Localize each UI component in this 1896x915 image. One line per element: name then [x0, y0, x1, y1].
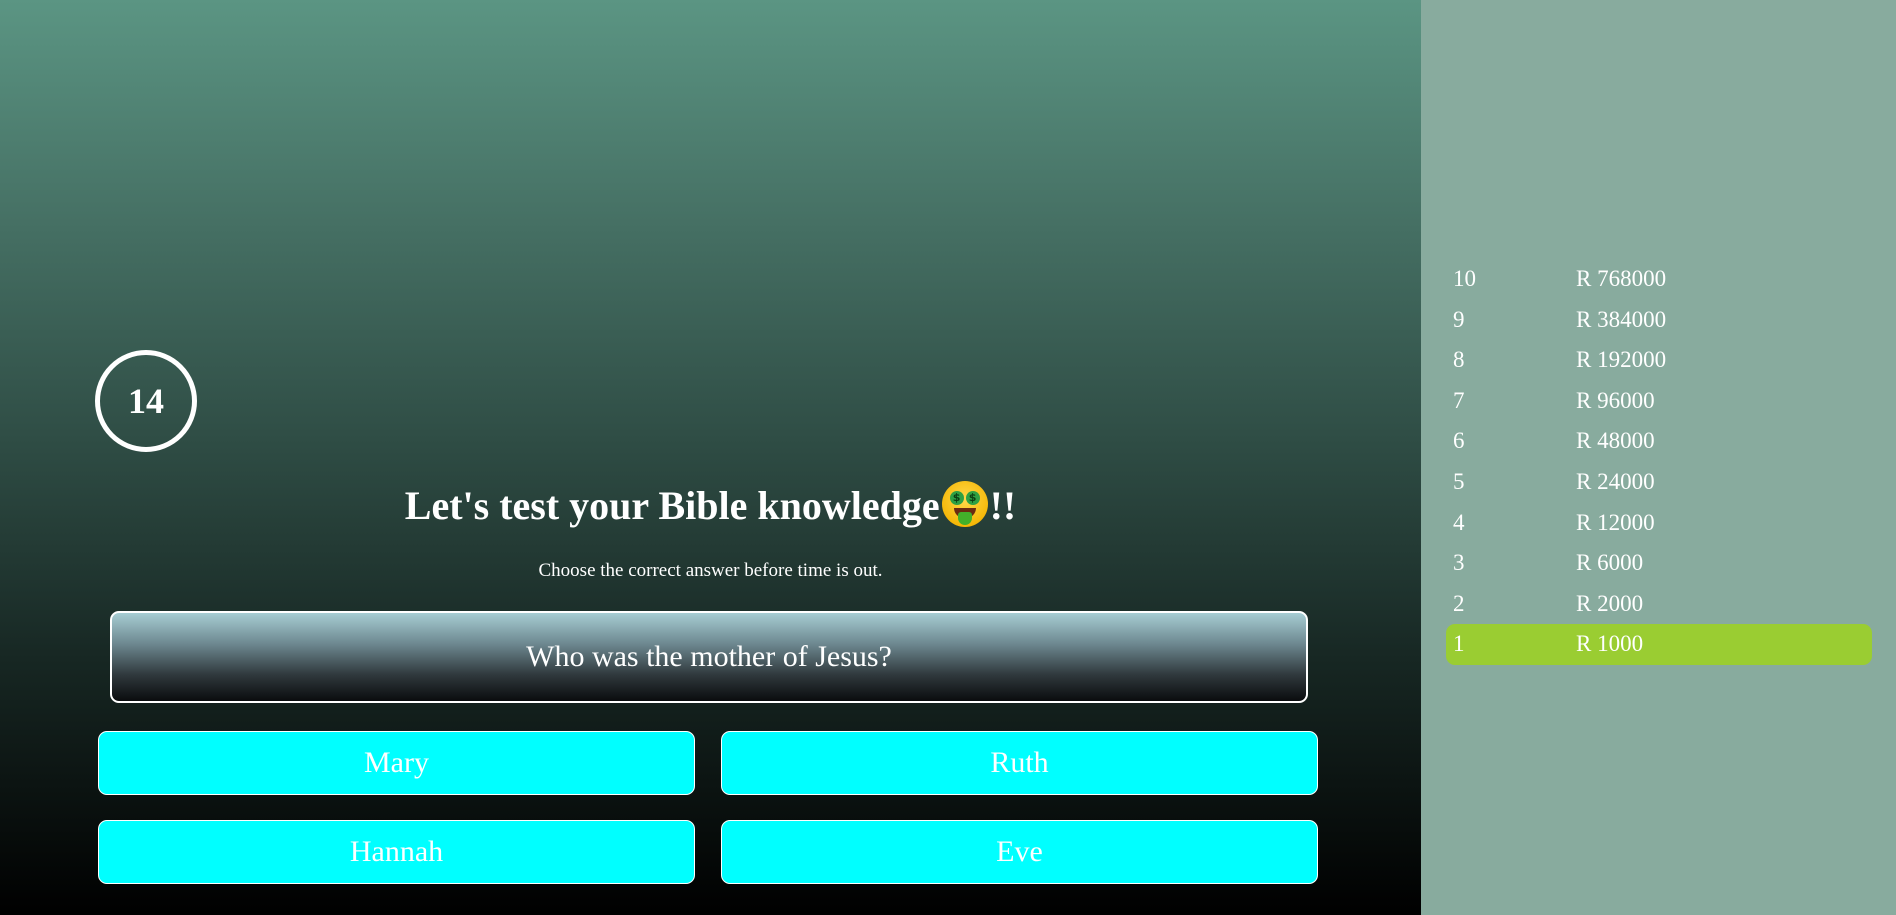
ladder-row-1: 1 R 1000	[1446, 624, 1872, 665]
ladder-amount: R 2000	[1576, 590, 1644, 616]
page-title: Let's test your Bible knowledge $ $!!	[0, 478, 1421, 534]
countdown-timer: 14	[95, 350, 197, 452]
ladder-level: 2	[1453, 590, 1465, 616]
ladder-amount: R 192000	[1576, 347, 1667, 373]
ladder-row-6: 6 R 48000	[1446, 421, 1872, 462]
answer-button-d[interactable]: Eve	[721, 820, 1318, 884]
ladder-row-2: 2 R 2000	[1446, 584, 1872, 625]
ladder-amount: R 6000	[1576, 550, 1644, 576]
ladder-level: 8	[1453, 347, 1465, 373]
ladder-row-7: 7 R 96000	[1446, 381, 1872, 422]
money-ladder-panel: 10 R 768000 9 R 384000 8 R 192000 7 R 96…	[1421, 0, 1896, 915]
ladder-amount: R 1000	[1576, 631, 1644, 657]
title-suffix: !!	[989, 483, 1017, 528]
answer-label: Mary	[364, 746, 429, 779]
answer-button-c[interactable]: Hannah	[98, 820, 695, 884]
ladder-level: 4	[1453, 509, 1465, 535]
ladder-row-10: 10 R 768000	[1446, 259, 1872, 300]
ladder-row-3: 3 R 6000	[1446, 543, 1872, 584]
ladder-amount: R 24000	[1576, 468, 1655, 494]
money-mouth-face-icon: $ $	[941, 481, 988, 527]
ladder-row-4: 4 R 12000	[1446, 503, 1872, 544]
timer-value: 14	[128, 381, 164, 421]
ladder-level: 7	[1453, 387, 1465, 413]
ladder-row-8: 8 R 192000	[1446, 340, 1872, 381]
ladder-level: 3	[1453, 550, 1465, 576]
answer-label: Eve	[996, 835, 1043, 868]
question-text: Who was the mother of Jesus?	[526, 640, 892, 673]
ladder-level: 5	[1453, 468, 1465, 494]
answer-button-b[interactable]: Ruth	[721, 731, 1318, 795]
ladder-amount: R 12000	[1576, 509, 1655, 535]
instructions-text: Choose the correct answer before time is…	[538, 560, 883, 581]
game-area: 14 Let's test your Bible knowledge $ $!! C…	[0, 0, 1421, 915]
ladder-level: 1	[1453, 631, 1465, 657]
ladder-row-9: 9 R 384000	[1446, 300, 1872, 341]
money-ladder: 10 R 768000 9 R 384000 8 R 192000 7 R 96…	[1446, 259, 1872, 665]
ladder-level: 10	[1453, 266, 1476, 291]
answer-label: Ruth	[990, 746, 1049, 779]
title-text: Let's test your Bible knowledge	[404, 483, 940, 528]
ladder-amount: R 96000	[1576, 387, 1655, 413]
ladder-level: 9	[1453, 306, 1465, 332]
ladder-amount: R 48000	[1576, 428, 1655, 454]
answer-button-a[interactable]: Mary	[98, 731, 695, 795]
question-box: Who was the mother of Jesus?	[110, 611, 1308, 703]
ladder-row-5: 5 R 24000	[1446, 462, 1872, 503]
answer-label: Hannah	[349, 835, 444, 868]
ladder-amount: R 768000	[1576, 266, 1667, 291]
ladder-level: 6	[1453, 428, 1465, 454]
ladder-amount: R 384000	[1576, 306, 1667, 332]
